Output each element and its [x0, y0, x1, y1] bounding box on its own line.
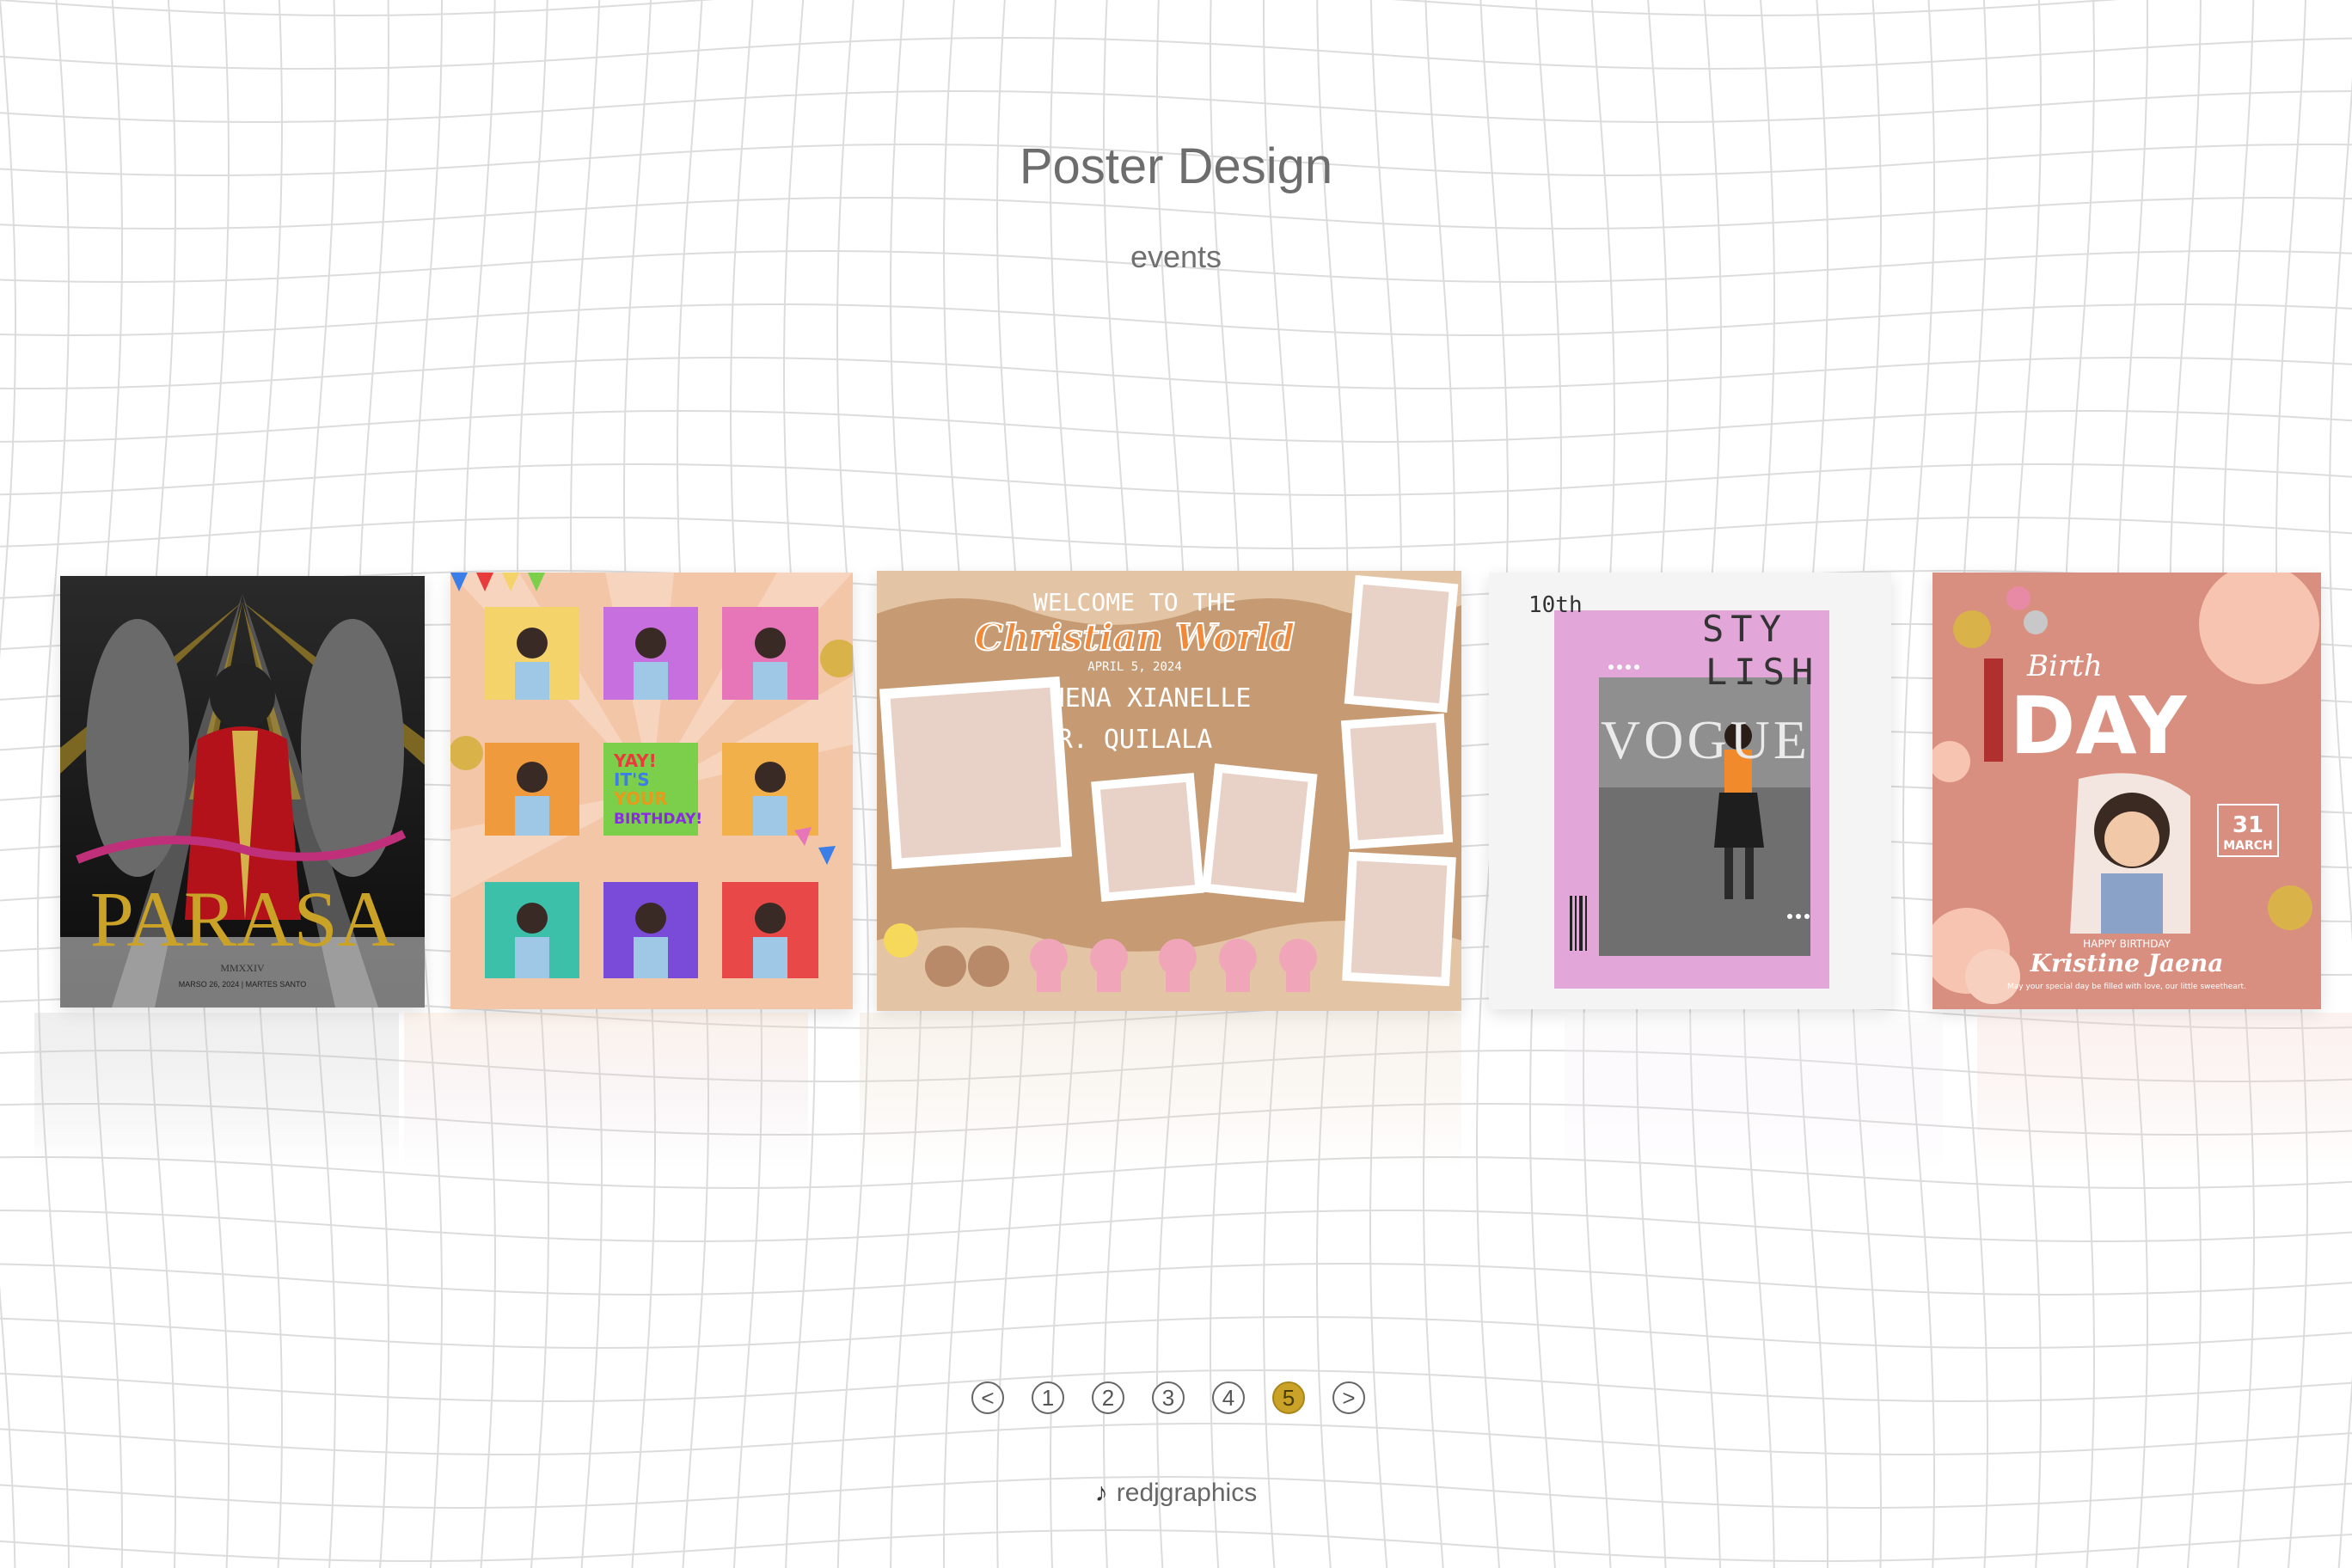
credit-handle[interactable]: redjgraphics	[1117, 1479, 1257, 1507]
stylish-vogue-poster[interactable]: 10th STY LISH VOGUE	[1489, 573, 1891, 1009]
birthday-text: BIRTHDAY!	[614, 811, 702, 828]
grid-line-horizontal	[0, 1528, 2352, 1563]
vogue-text: VOGUE	[1601, 709, 1810, 770]
sty-text: STY	[1702, 608, 1788, 650]
pager-page-2[interactable]: 2	[1092, 1381, 1124, 1414]
tiktok-icon: ♪	[1094, 1479, 1108, 1507]
pager-page-3[interactable]: 3	[1152, 1381, 1185, 1414]
pager-next-button[interactable]: >	[1332, 1381, 1365, 1414]
parasa-date-text: MARSO 26, 2024 | MARTES SANTO	[179, 980, 307, 989]
grid-line-horizontal	[0, 517, 2352, 549]
grid-line-horizontal	[0, 36, 2352, 70]
day-text: DAY	[2010, 680, 2188, 772]
kristine-birthday-reflection	[1977, 1013, 2352, 1236]
name-last-text: R. QUILALA	[1057, 725, 1213, 755]
grid-line-vertical	[1902, 0, 1936, 1568]
grid-line-horizontal	[0, 196, 2352, 230]
christian-world-text: Christian World	[975, 616, 1295, 658]
page-subtitle: events	[1130, 239, 1222, 274]
grid-line-horizontal	[0, 1423, 2352, 1455]
christian-world-reflection	[860, 1013, 1461, 1236]
tenth-text: 10th	[1528, 592, 1583, 618]
pager-page-1[interactable]: 1	[1032, 1381, 1064, 1414]
kristine-name-text: Kristine Jaena	[2030, 949, 2224, 977]
grid-line-vertical	[0, 0, 16, 1568]
stylish-vogue-reflection	[1565, 1013, 1943, 1236]
date-text: APRIL 5, 2024	[1087, 660, 1182, 674]
parasa-title-text: PARASA	[90, 875, 395, 963]
page-title: Poster Design	[1019, 138, 1333, 194]
grid-line-horizontal	[0, 303, 2352, 336]
pager-page-4[interactable]: 4	[1212, 1381, 1245, 1414]
birthday-message-text: May your special day be filled with love…	[2007, 983, 2246, 991]
credit-footer: ♪ redjgraphics	[0, 1479, 2352, 1508]
parasa-poster[interactable]: PARASA MMXXIV MARSO 26, 2024 | MARTES SA…	[60, 576, 425, 1008]
birthday-collage-reflection	[404, 1013, 808, 1236]
pager-prev-button[interactable]: <	[971, 1381, 1004, 1414]
grid-line-horizontal	[0, 357, 2352, 389]
grid-line-horizontal	[0, 1263, 2352, 1295]
happy-birthday-text: HAPPY BIRTHDAY	[2083, 938, 2171, 950]
birth-text: Birth	[2026, 649, 2103, 683]
christian-world-poster[interactable]: WELCOME TO THE Christian World APRIL 5, …	[877, 571, 1461, 1011]
grid-line-horizontal	[0, 409, 2352, 444]
your-text: YOUR	[613, 788, 667, 809]
yay-text: YAY!	[613, 750, 657, 771]
birthday-collage-poster[interactable]: YAY! IT'S YOUR BIRTHDAY!	[450, 573, 853, 1009]
month-text: MARCH	[2223, 839, 2273, 853]
grid-line-horizontal	[0, 90, 2352, 123]
kristine-birthday-poster[interactable]: Birth DAY 31 MARCH HAPPY BIRTHDAY Kristi…	[1932, 573, 2321, 1009]
carousel-pager: < 1 2 3 4 5 >	[971, 1381, 1365, 1415]
grid-line-horizontal	[0, 1315, 2352, 1350]
parasa-roman-text: MMXXIV	[220, 962, 265, 974]
lish-text: LISH	[1706, 651, 1820, 693]
pager-page-5[interactable]: 5	[1272, 1381, 1305, 1414]
date-number-text: 31	[2233, 812, 2263, 838]
welcome-text: WELCOME TO THE	[1033, 588, 1236, 616]
its-text: IT'S	[614, 769, 650, 790]
grid-line-horizontal	[0, 0, 2119, 17]
parasa-reflection	[34, 1013, 399, 1236]
